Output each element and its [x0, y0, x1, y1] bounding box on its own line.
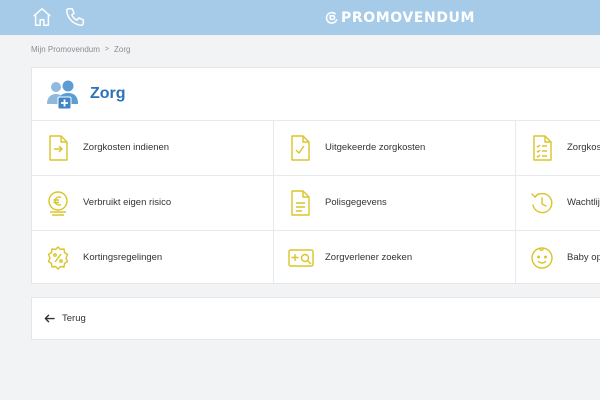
page-title: Zorg [90, 85, 126, 102]
tile-uitgekeerde-zorgkosten[interactable]: Uitgekeerde zorgkosten [274, 121, 516, 176]
document-arrow-icon [49, 135, 68, 161]
back-label: Terug [62, 313, 86, 324]
tile-grid: Zorgkosten indienen Uitgekeerde zorgkost… [32, 121, 600, 283]
home-icon[interactable] [31, 6, 53, 28]
tile-label: Wachtlij [567, 197, 600, 208]
tile-wachtlij[interactable]: Wachtlij [516, 176, 600, 231]
tile-verbruikt-eigen-risico[interactable]: Verbruikt eigen risico [32, 176, 274, 231]
search-provider-icon [288, 249, 314, 267]
top-bar: PROMOVENDUM [0, 0, 600, 35]
zorg-card: Zorg Zorgkosten indienen Uitgekeerde zor… [31, 67, 600, 284]
tile-polisgegevens[interactable]: Polisgegevens [274, 176, 516, 231]
tile-label: Polisgegevens [325, 197, 387, 208]
card-header: Zorg [32, 68, 600, 121]
document-check-icon [291, 135, 310, 161]
chevron-right-icon: > [104, 46, 110, 53]
euro-coins-icon [48, 191, 68, 216]
people-medical-icon [47, 80, 78, 110]
tile-zorgkosten-indienen[interactable]: Zorgkosten indienen [32, 121, 274, 176]
back-button[interactable]: Terug [44, 313, 86, 324]
tile-label: Zorgkosten indienen [83, 142, 170, 153]
clock-refresh-icon [531, 192, 553, 214]
document-lines-icon [291, 190, 310, 216]
percent-badge-icon [47, 246, 69, 270]
tile-label: Zorgkos [567, 142, 600, 153]
tile-zorgverlener-zoeken[interactable]: Zorgverlener zoeken [274, 231, 516, 283]
brand-name: PROMOVENDUM [341, 10, 476, 26]
breadcrumb: Mijn Promovendum > Zorg [31, 45, 130, 54]
tile-zorgkos[interactable]: Zorgkos [516, 121, 600, 176]
back-card: Terug [31, 297, 600, 340]
baby-face-icon [531, 247, 553, 269]
tile-baby-op[interactable]: Baby op [516, 231, 600, 283]
tile-label: Verbruikt eigen risico [83, 197, 172, 208]
brand-logo[interactable]: PROMOVENDUM [325, 8, 475, 28]
arrow-left-icon [44, 314, 55, 323]
tile-kortingsregelingen[interactable]: Kortingsregelingen [32, 231, 274, 283]
tile-label: Zorgverlener zoeken [325, 252, 413, 263]
promovendum-logo-icon [325, 11, 338, 24]
breadcrumb-current: Zorg [114, 45, 131, 54]
breadcrumb-home-link[interactable]: Mijn Promovendum [31, 45, 100, 54]
phone-icon[interactable] [64, 6, 86, 28]
tile-label: Baby op [567, 252, 600, 263]
document-list-icon [533, 135, 552, 161]
tile-label: Kortingsregelingen [83, 252, 163, 263]
tile-label: Uitgekeerde zorgkosten [325, 142, 426, 153]
